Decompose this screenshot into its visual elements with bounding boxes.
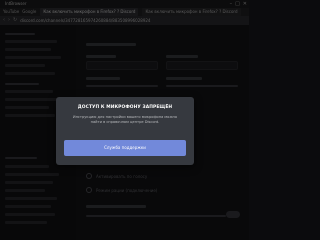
modal-body-text: Инструкцию для настройки вашего микрофон… <box>72 115 178 124</box>
support-button[interactable]: Служба поддержки <box>64 140 186 156</box>
mic-access-denied-modal: ДОСТУП К МИКРОФОНУ ЗАПРЕЩЁН Инструкцию д… <box>56 97 194 165</box>
modal-title: ДОСТУП К МИКРОФОНУ ЗАПРЕЩЁН <box>77 105 173 110</box>
